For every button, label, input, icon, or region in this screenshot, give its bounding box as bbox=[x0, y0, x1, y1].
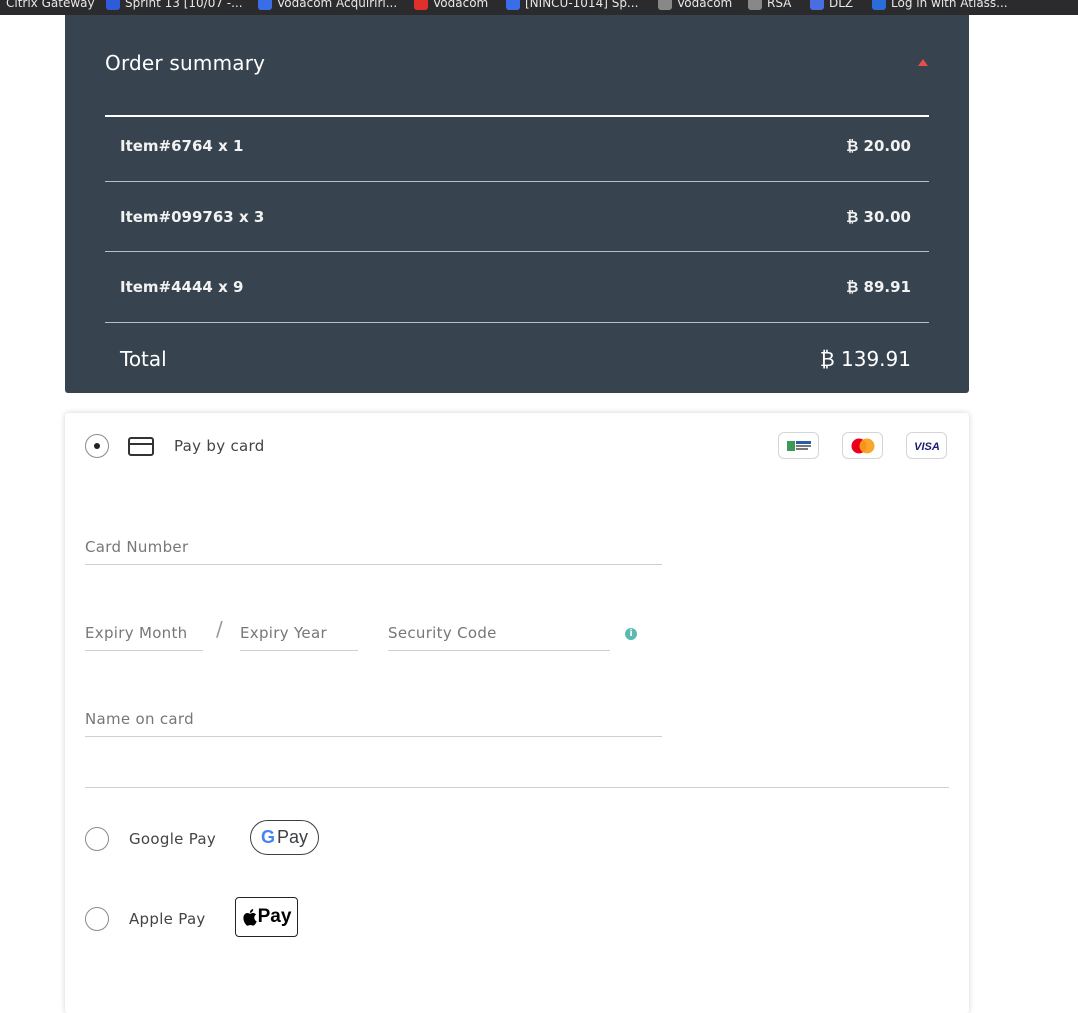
summary-divider bbox=[105, 115, 929, 117]
jira-icon bbox=[506, 0, 520, 10]
order-summary-title: Order summary bbox=[105, 51, 266, 75]
order-item-price: ₿ 89.91 bbox=[846, 278, 911, 296]
bookmark-vodacom[interactable]: Vodacom bbox=[414, 0, 488, 12]
google-pay-badge[interactable]: G Pay bbox=[250, 820, 319, 855]
card-number-field[interactable]: Card Number bbox=[85, 533, 662, 565]
collapse-caret-icon[interactable] bbox=[918, 59, 928, 66]
folder-icon bbox=[658, 0, 672, 10]
dlz-icon bbox=[810, 0, 824, 10]
payment-panel: Pay by card VISA Card Number Expiry Mont… bbox=[65, 413, 969, 1013]
security-code-placeholder: Security Code bbox=[388, 624, 497, 642]
order-item-price: ₿ 30.00 bbox=[846, 208, 911, 226]
row-divider bbox=[105, 251, 929, 252]
info-icon[interactable]: i bbox=[625, 628, 637, 640]
pay-by-card-radio[interactable] bbox=[85, 434, 109, 458]
expiry-separator: / bbox=[216, 617, 223, 641]
google-pay-radio[interactable] bbox=[85, 827, 109, 851]
bookmark-nincu[interactable]: [NINCU-1014] Sp... bbox=[506, 0, 638, 12]
order-item-price: ₿ 20.00 bbox=[846, 137, 911, 155]
pay-by-card-label: Pay by card bbox=[174, 437, 265, 455]
apple-logo-icon bbox=[242, 909, 257, 926]
google-pay-label: Google Pay bbox=[129, 830, 217, 848]
name-on-card-placeholder: Name on card bbox=[85, 710, 194, 728]
expiry-year-placeholder: Expiry Year bbox=[240, 624, 327, 642]
order-item-name: Item#4444 x 9 bbox=[120, 278, 244, 296]
order-item-row: Item#099763 x 3 ₿ 30.00 bbox=[105, 210, 929, 280]
atlassian-icon bbox=[872, 0, 886, 10]
google-pay-badge-text: Pay bbox=[276, 827, 309, 847]
row-divider bbox=[105, 322, 929, 323]
bookmark-sprint[interactable]: Sprint 13 [10/07 -... bbox=[106, 0, 243, 12]
bookmark-vodacom-2[interactable]: Vodacom bbox=[658, 0, 732, 12]
name-on-card-field[interactable]: Name on card bbox=[85, 705, 662, 737]
bookmark-citrix[interactable]: Citrix Gateway bbox=[6, 0, 95, 12]
order-item-row: Item#4444 x 9 ₿ 89.91 bbox=[105, 280, 929, 350]
visa-icon: VISA bbox=[906, 432, 947, 459]
folder-icon bbox=[748, 0, 762, 10]
bookmark-rsa[interactable]: RSA bbox=[748, 0, 791, 12]
apple-pay-label: Apple Pay bbox=[129, 910, 206, 928]
confluence-icon bbox=[258, 0, 272, 10]
apple-pay-badge-text: Pay bbox=[257, 906, 292, 927]
order-summary-panel: Order summary Item#6764 x 1 ₿ 20.00 Item… bbox=[65, 15, 969, 393]
expiry-month-placeholder: Expiry Month bbox=[85, 624, 188, 642]
local-cards-icon bbox=[778, 432, 819, 459]
vodacom-icon bbox=[414, 0, 428, 10]
order-item-row: Item#6764 x 1 ₿ 20.00 bbox=[105, 139, 929, 209]
bookmark-vodacom-acq[interactable]: Vodacom Acquiriri... bbox=[258, 0, 397, 12]
jira-icon bbox=[106, 0, 120, 10]
google-g-icon: G bbox=[260, 827, 275, 847]
order-item-name: Item#099763 x 3 bbox=[120, 208, 265, 226]
payment-divider bbox=[85, 787, 949, 788]
security-code-field[interactable]: Security Code bbox=[388, 619, 610, 651]
svg-text:VISA: VISA bbox=[914, 441, 940, 452]
order-item-name: Item#6764 x 1 bbox=[120, 137, 244, 155]
expiry-month-field[interactable]: Expiry Month bbox=[85, 619, 203, 651]
bookmarks-bar: Citrix Gateway Sprint 13 [10/07 -... Vod… bbox=[0, 0, 1078, 15]
credit-card-icon bbox=[128, 437, 154, 456]
row-divider bbox=[105, 181, 929, 182]
apple-pay-badge[interactable]: Pay bbox=[235, 897, 298, 937]
total-value: ₿ 139.91 bbox=[819, 347, 911, 371]
mastercard-icon bbox=[842, 432, 883, 459]
bookmark-atlassian[interactable]: Log in with Atlass... bbox=[872, 0, 1008, 12]
total-label: Total bbox=[120, 347, 167, 371]
bookmark-dlz[interactable]: DLZ bbox=[810, 0, 853, 12]
apple-pay-radio[interactable] bbox=[85, 907, 109, 931]
expiry-year-field[interactable]: Expiry Year bbox=[240, 619, 358, 651]
card-number-placeholder: Card Number bbox=[85, 538, 189, 556]
